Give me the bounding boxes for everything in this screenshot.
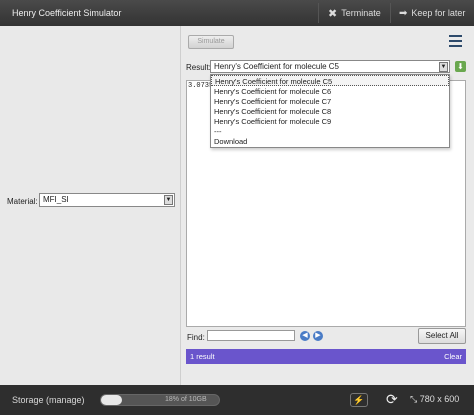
toolbar-separator	[390, 3, 391, 23]
toolbar-separator	[318, 3, 319, 23]
select-all-button[interactable]: Select All	[418, 328, 466, 344]
app-title: Henry Coefficient Simulator	[12, 8, 122, 18]
window-size-label[interactable]: ⤡ 780 x 600	[410, 394, 459, 405]
result-dropdown-list: Henry's Coefficient for molecule C5 Henr…	[210, 74, 450, 148]
terminate-button[interactable]: ✖ Terminate	[322, 0, 387, 26]
material-value: MFI_SI	[43, 195, 69, 204]
dropdown-option[interactable]: Henry's Coefficient for molecule C5	[211, 75, 449, 86]
storage-progress-fill	[101, 395, 122, 405]
simulate-button[interactable]: Simulate	[188, 35, 234, 49]
forward-icon: ➡	[399, 7, 408, 19]
arrow-left-icon[interactable]: ◀	[300, 331, 310, 341]
storage-manage-link[interactable]: Storage (manage)	[12, 395, 85, 405]
dropdown-option-download[interactable]: Download	[211, 136, 449, 147]
result-selected: Henry's Coefficient for molecule C5	[214, 62, 339, 71]
resize-icon: ⤡	[410, 394, 418, 404]
result-select[interactable]: Henry's Coefficient for molecule C5 ▼	[210, 60, 450, 73]
clear-link[interactable]: Clear	[444, 352, 462, 361]
find-input[interactable]	[207, 330, 295, 341]
results-count: 1 result	[190, 352, 215, 361]
keep-for-later-label: Keep for later	[411, 8, 466, 18]
arrow-right-icon[interactable]: ▶	[313, 331, 323, 341]
status-bar: Storage (manage) 18% of 10GB	[0, 385, 474, 415]
chevron-down-icon: ▼	[164, 195, 173, 205]
storage-progress: 18% of 10GB	[100, 394, 220, 406]
chevron-down-icon: ▼	[439, 62, 448, 72]
terminate-label: Terminate	[341, 8, 381, 18]
lightning-icon[interactable]: ⚡	[350, 393, 368, 407]
close-icon: ✖	[328, 7, 338, 20]
result-label: Result:	[186, 63, 211, 72]
material-label: Material:	[7, 197, 38, 206]
download-icon[interactable]: ⬇	[455, 61, 466, 72]
storage-text: 18% of 10GB	[165, 396, 207, 403]
refresh-icon[interactable]: ⟳	[386, 391, 398, 408]
material-select[interactable]: MFI_SI ▼	[39, 193, 175, 207]
title-bar: Henry Coefficient Simulator ✖ Terminate …	[0, 0, 474, 26]
results-bar: 1 result Clear	[186, 349, 466, 364]
window-size-text: 780 x 600	[419, 394, 460, 404]
keep-for-later-button[interactable]: ➡ Keep for later	[393, 0, 471, 26]
hamburger-icon[interactable]	[449, 35, 462, 47]
find-label: Find:	[187, 333, 205, 342]
